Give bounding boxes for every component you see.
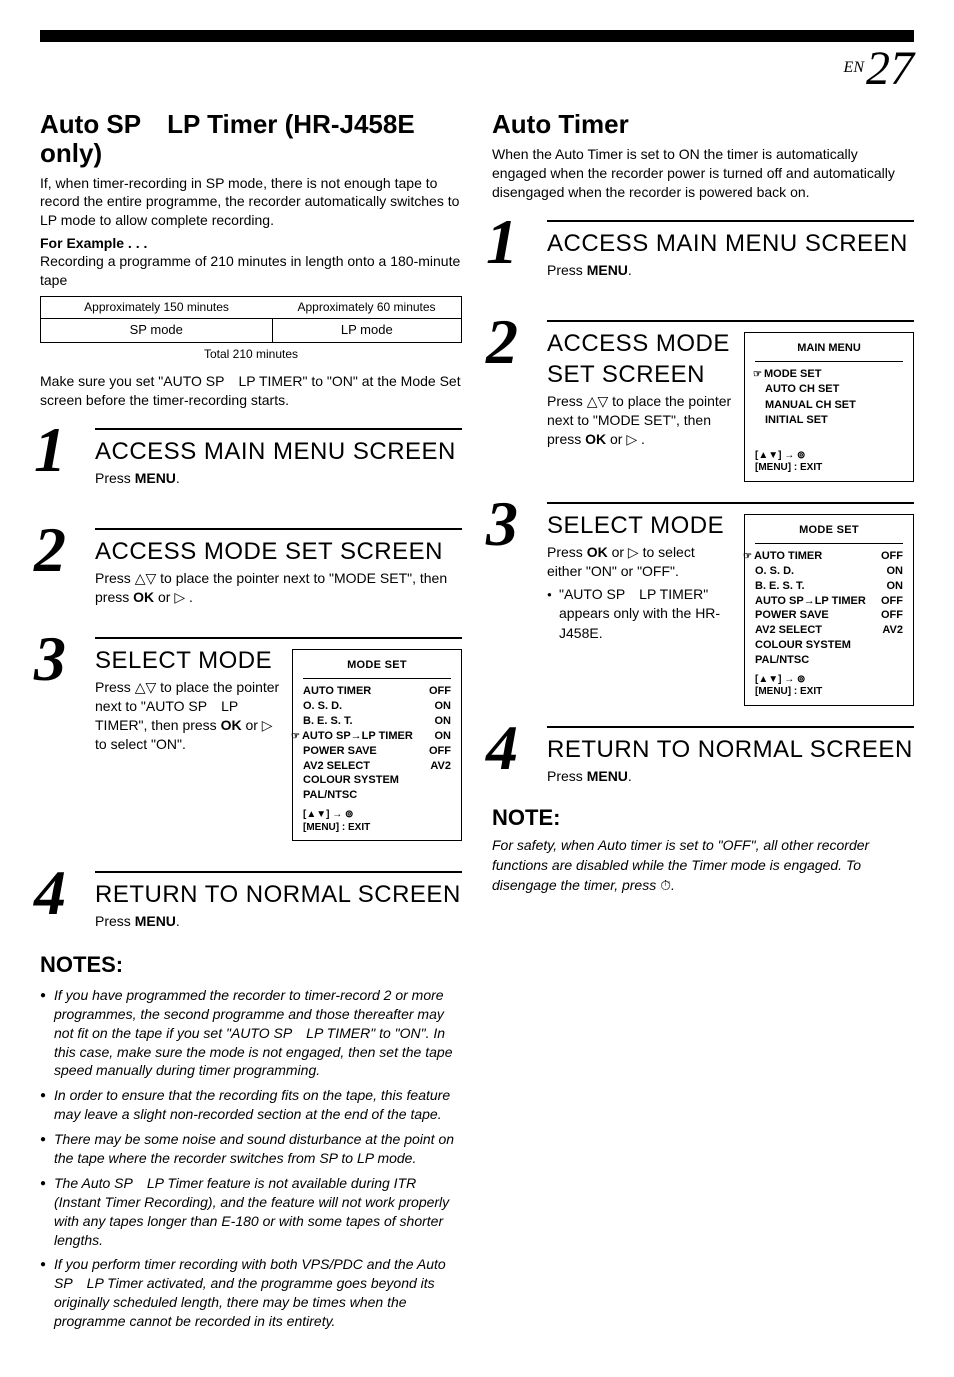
- up-triangle-icon: [135, 678, 146, 697]
- mode-set-box-right: MODE SET AUTO TIMEROFF O. S. D.ON B. E. …: [744, 514, 914, 706]
- mode-lp: LP mode: [272, 318, 461, 342]
- box-footer: [▲▼] → [MENU] : EXIT: [755, 450, 822, 475]
- timer-icon: [660, 877, 671, 893]
- right-step3-bullet: "AUTO SP LP TIMER" appears only with the…: [547, 585, 732, 644]
- box-title: MODE SET: [755, 523, 903, 537]
- left-column: Auto SP LP Timer (HR-J458E only) If, whe…: [40, 110, 462, 1337]
- note-item: In order to ensure that the recording fi…: [40, 1086, 462, 1124]
- up-triangle-icon: [587, 392, 598, 411]
- left-step4-title: RETURN TO NORMAL SCREEN: [95, 879, 462, 910]
- approx-sp: Approximately 150 minutes: [41, 297, 273, 319]
- pointer-icon: AUTO SP→LP TIMER: [303, 729, 413, 744]
- note-title: NOTE:: [492, 804, 914, 833]
- down-triangle-icon: [145, 569, 156, 588]
- step-number-icon: 2: [34, 524, 66, 575]
- example-sub: Recording a programme of 210 minutes in …: [40, 252, 462, 290]
- right-section-title: Auto Timer: [492, 110, 914, 139]
- down-triangle-icon: [145, 678, 156, 697]
- pointer-icon: AUTO TIMER: [755, 549, 822, 564]
- right-step1-title: ACCESS MAIN MENU SCREEN: [547, 228, 914, 259]
- page-num: 27: [866, 42, 914, 95]
- left-step2-title: ACCESS MODE SET SCREEN: [95, 536, 462, 567]
- note-item: If you have programmed the recorder to t…: [40, 986, 462, 1080]
- right-step4-title: RETURN TO NORMAL SCREEN: [547, 734, 914, 765]
- mode-set-rows: AUTO TIMEROFF O. S. D.ON B. E. S. T.ON A…: [303, 684, 451, 803]
- left-intro: If, when timer-recording in SP mode, the…: [40, 174, 462, 231]
- left-step1-desc: Press MENU.: [95, 469, 462, 488]
- step-number-icon: 1: [34, 424, 66, 475]
- note-text: For safety, when Auto timer is set to "O…: [492, 836, 914, 895]
- tape-total: Total 210 minutes: [40, 347, 462, 363]
- right-triangle-icon: [262, 716, 273, 735]
- right-step-1: 1 ACCESS MAIN MENU SCREEN Press MENU.: [492, 220, 914, 280]
- ok-circle-icon: [345, 809, 353, 820]
- box-footer: [▲▼] → [MENU] : EXIT: [755, 674, 903, 699]
- note-item: The Auto SP LP Timer feature is not avai…: [40, 1174, 462, 1250]
- left-step3-desc: Press to place the pointer next to "AUTO…: [95, 678, 280, 754]
- left-step-3: 3 SELECT MODE Press to place the pointer…: [40, 637, 462, 841]
- step-number-icon: 4: [486, 722, 518, 773]
- right-step3-desc: Press OK or to select either "ON" or "OF…: [547, 543, 732, 581]
- page-prefix: EN: [844, 59, 864, 76]
- box-title: MAIN MENU: [755, 341, 903, 355]
- left-step-2: 2 ACCESS MODE SET SCREEN Press to place …: [40, 528, 462, 607]
- note-item: If you perform timer recording with both…: [40, 1255, 462, 1331]
- main-menu-box: MAIN MENU MODE SET AUTO CH SET MANUAL CH…: [744, 332, 914, 482]
- pointer-icon: MODE SET: [765, 367, 903, 382]
- right-intro: When the Auto Timer is set to ON the tim…: [492, 145, 914, 202]
- right-column: Auto Timer When the Auto Timer is set to…: [492, 110, 914, 1337]
- down-triangle-icon: [597, 392, 608, 411]
- ok-circle-icon: [797, 674, 805, 685]
- tape-table: Approximately 150 minutes Approximately …: [40, 296, 462, 342]
- example-label: For Example . . .: [40, 234, 462, 252]
- right-step-4: 4 RETURN TO NORMAL SCREEN Press MENU.: [492, 726, 914, 786]
- right-step2-title: ACCESS MODE SET SCREEN: [547, 328, 732, 390]
- mode-sp: SP mode: [41, 318, 273, 342]
- approx-lp: Approximately 60 minutes: [272, 297, 461, 319]
- right-step2-desc: Press to place the pointer next to "MODE…: [547, 392, 732, 449]
- right-step1-desc: Press MENU.: [547, 261, 914, 280]
- page-number: EN27: [40, 38, 914, 100]
- right-triangle-icon: [628, 543, 639, 562]
- right-step3-title: SELECT MODE: [547, 510, 732, 541]
- right-triangle-icon: [626, 430, 637, 449]
- step-number-icon: 2: [486, 316, 518, 367]
- step-number-icon: 4: [34, 867, 66, 918]
- note-item: There may be some noise and sound distur…: [40, 1130, 462, 1168]
- notes-heading: NOTES:: [40, 951, 462, 980]
- right-step-2: 2 ACCESS MODE SET SCREEN Press to place …: [492, 320, 914, 482]
- ok-circle-icon: [797, 450, 805, 461]
- left-step1-title: ACCESS MAIN MENU SCREEN: [95, 436, 462, 467]
- box-footer: [▲▼] → [MENU] : EXIT: [303, 809, 451, 834]
- up-triangle-icon: [135, 569, 146, 588]
- right-note-block: NOTE: For safety, when Auto timer is set…: [492, 804, 914, 895]
- step-number-icon: 3: [486, 498, 518, 549]
- mode-set-rows: AUTO TIMEROFF O. S. D.ON B. E. S. T.ON A…: [755, 549, 903, 668]
- right-triangle-icon: [174, 588, 185, 607]
- notes-list: If you have programmed the recorder to t…: [40, 986, 462, 1331]
- left-step3-title: SELECT MODE: [95, 645, 280, 676]
- left-section-title: Auto SP LP Timer (HR-J458E only): [40, 110, 462, 167]
- mode-set-box-left: MODE SET AUTO TIMEROFF O. S. D.ON B. E. …: [292, 649, 462, 841]
- left-step4-desc: Press MENU.: [95, 912, 462, 931]
- right-step-3: 3 SELECT MODE Press OK or to select eith…: [492, 502, 914, 706]
- left-set-note: Make sure you set "AUTO SP LP TIMER" to …: [40, 372, 462, 410]
- box-title: MODE SET: [303, 658, 451, 672]
- left-step-1: 1 ACCESS MAIN MENU SCREEN Press MENU.: [40, 428, 462, 488]
- step-number-icon: 1: [486, 216, 518, 267]
- left-step-4: 4 RETURN TO NORMAL SCREEN Press MENU.: [40, 871, 462, 931]
- right-step4-desc: Press MENU.: [547, 767, 914, 786]
- left-step2-desc: Press to place the pointer next to "MODE…: [95, 569, 462, 607]
- step-number-icon: 3: [34, 633, 66, 684]
